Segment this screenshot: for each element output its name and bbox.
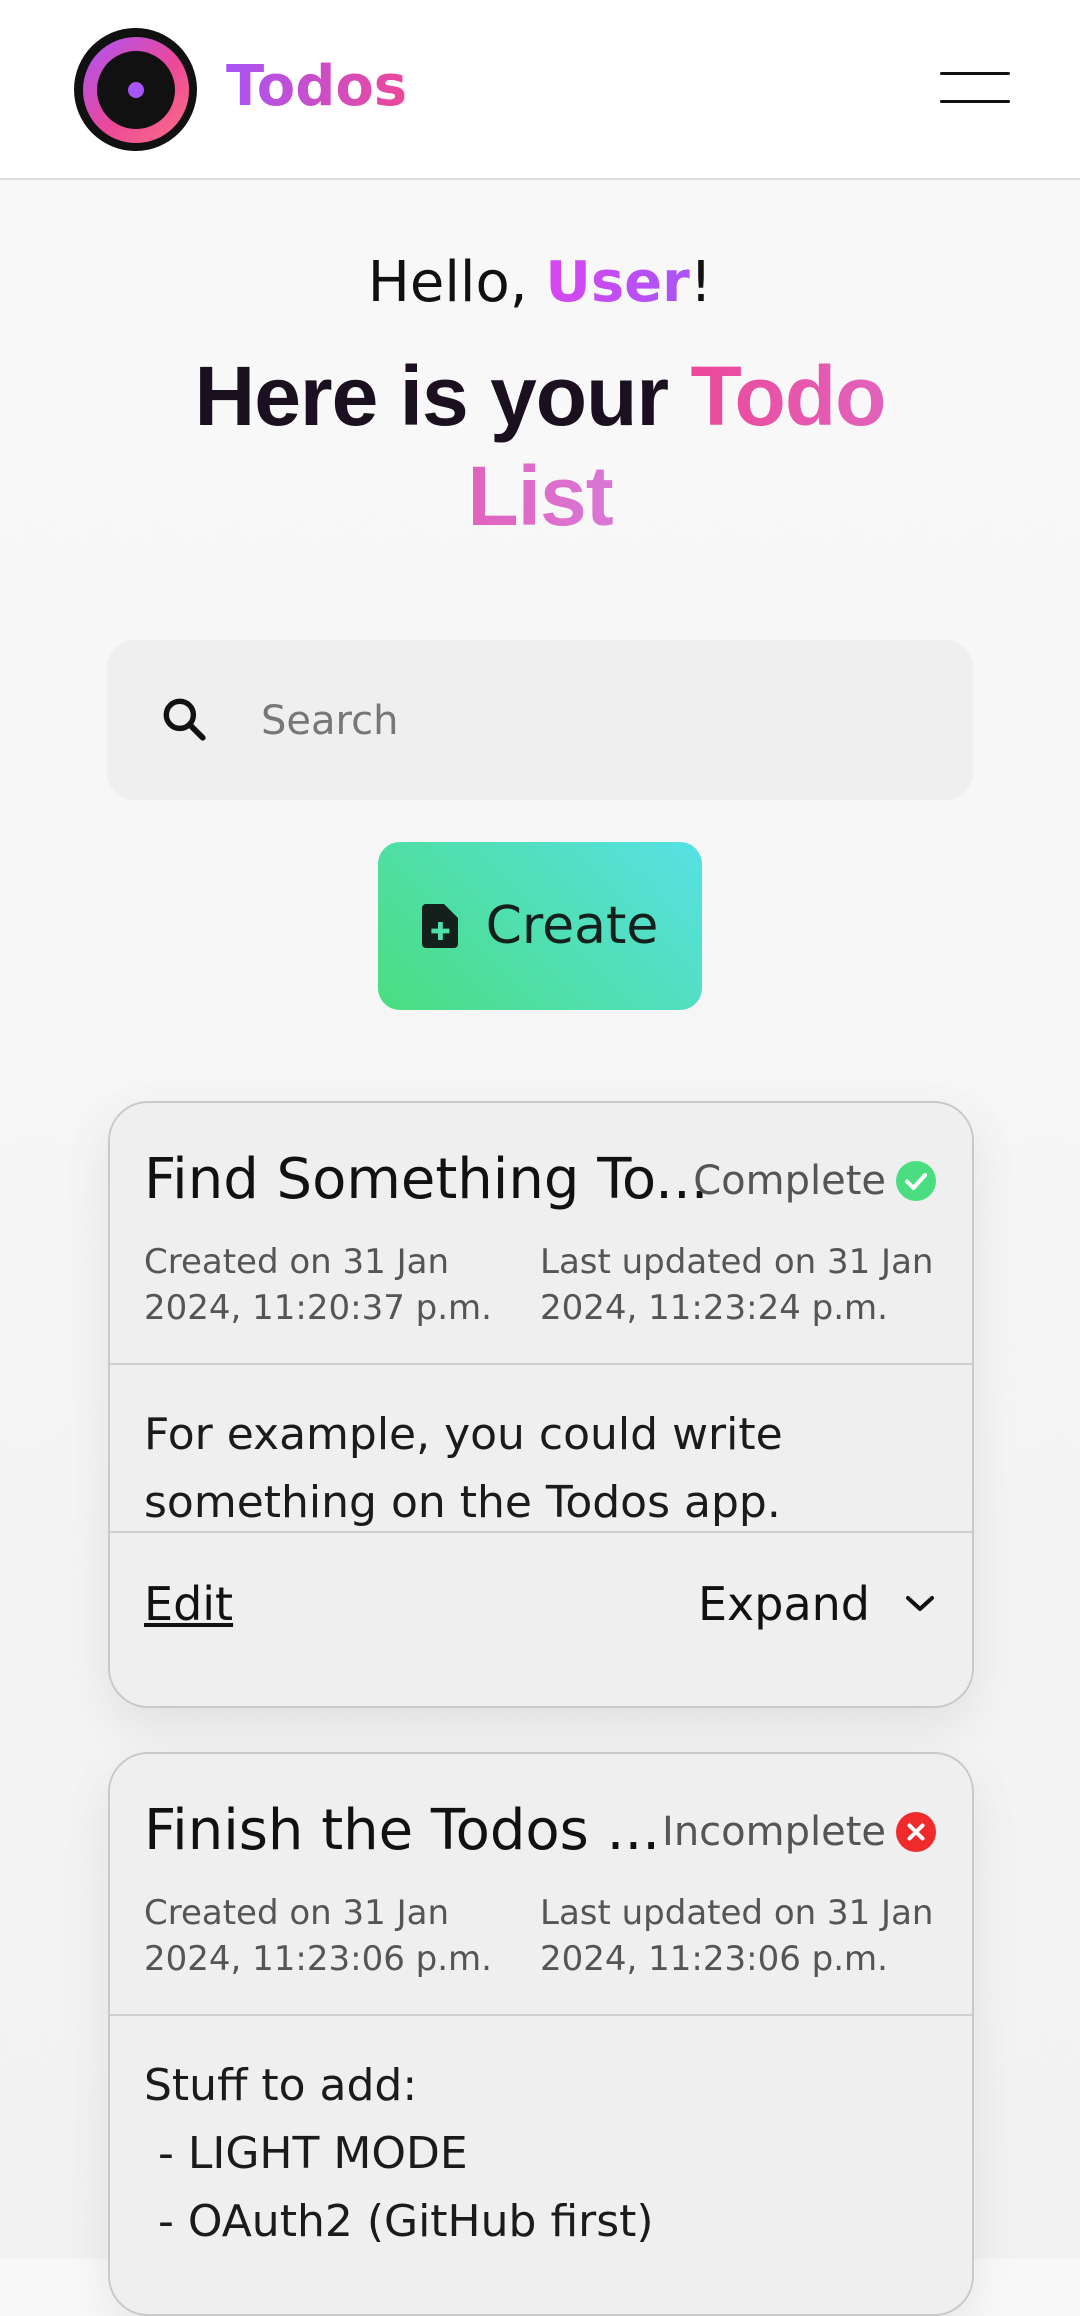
chevron-down-icon xyxy=(906,1596,934,1611)
created-date: Created on 31 Jan 2024, 11:20:37 p.m. xyxy=(144,1242,492,1328)
search-input[interactable] xyxy=(259,680,943,762)
greeting: Hello, User! xyxy=(0,248,1080,318)
file-plus-icon xyxy=(421,904,458,948)
status-badge: Incomplete xyxy=(662,1809,886,1855)
logo-lens xyxy=(96,50,175,129)
search-icon xyxy=(163,698,206,741)
todo-body: For example, you could write something o… xyxy=(110,1365,972,1533)
page-title-part1: Here is your xyxy=(194,349,691,443)
status-badge: Complete xyxy=(693,1158,886,1204)
todo-title: Find Something To... xyxy=(144,1147,709,1212)
todo-card-header: Find Something To... Complete Created on… xyxy=(110,1103,972,1365)
greeting-prefix: Hello, xyxy=(367,250,546,315)
todo-card-footer: Edit Expand xyxy=(110,1533,972,1673)
create-label: Create xyxy=(485,896,659,956)
edit-link[interactable]: Edit xyxy=(144,1573,233,1635)
camera-lens-logo[interactable] xyxy=(74,28,197,151)
todo-body-line: Stuff to add: xyxy=(144,2060,418,2111)
x-circle-icon[interactable] xyxy=(896,1812,936,1852)
check-circle-icon[interactable] xyxy=(896,1161,936,1201)
create-button[interactable]: Create xyxy=(378,842,702,1010)
logo-ring xyxy=(82,36,189,143)
todo-title: Finish the Todos ... xyxy=(144,1798,661,1863)
menu-line-top xyxy=(940,72,1010,75)
todo-body: Stuff to add: - LIGHT MODE - OAuth2 (Git… xyxy=(110,2016,972,2256)
updated-date: Last updated on 31 Jan 2024, 11:23:06 p.… xyxy=(540,1893,934,1979)
user-name: User xyxy=(545,250,690,315)
todo-card: Find Something To... Complete Created on… xyxy=(108,1101,974,1708)
expand-label: Expand xyxy=(697,1577,870,1631)
todo-body-line: - LIGHT MODE xyxy=(144,2128,468,2179)
hamburger-menu-icon[interactable] xyxy=(940,66,1012,106)
menu-line-bottom xyxy=(940,100,1010,103)
page-title: Here is your Todo List xyxy=(140,346,940,546)
updated-date: Last updated on 31 Jan 2024, 11:23:24 p.… xyxy=(540,1242,934,1328)
created-date: Created on 31 Jan 2024, 11:23:06 p.m. xyxy=(144,1893,492,1979)
todo-body-line: - OAuth2 (GitHub first) xyxy=(144,2196,654,2247)
todo-card: Finish the Todos ... Incomplete Created … xyxy=(108,1752,974,2316)
search-bar[interactable] xyxy=(107,640,973,800)
logo-dot xyxy=(127,81,144,98)
expand-button[interactable]: Expand xyxy=(698,1573,936,1635)
app-header: Todos xyxy=(0,0,1080,180)
todo-card-header: Finish the Todos ... Incomplete Created … xyxy=(110,1754,972,2016)
brand-title[interactable]: Todos xyxy=(226,52,407,122)
greeting-suffix: ! xyxy=(689,250,713,315)
